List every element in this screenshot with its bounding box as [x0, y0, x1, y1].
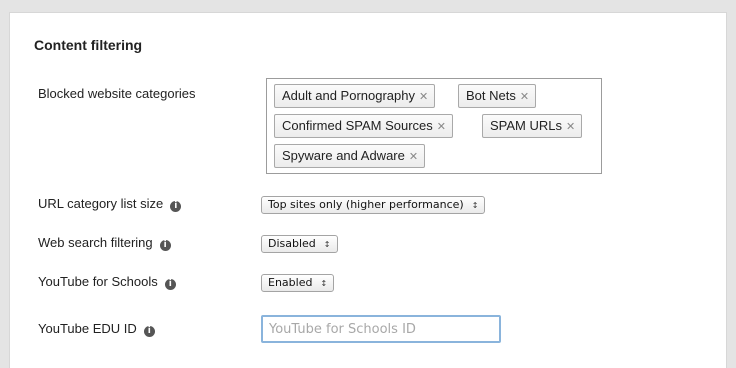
updown-arrow-icon: ↕ — [471, 201, 479, 210]
info-icon[interactable]: i — [164, 279, 176, 290]
tag-spyware-and-adware: Spyware and Adware ✕ — [274, 144, 426, 168]
close-icon[interactable]: ✕ — [409, 150, 418, 163]
updown-arrow-icon: ↕ — [320, 279, 328, 288]
youtube-schools-value: Enabled — [268, 276, 313, 289]
youtube-schools-select[interactable]: Enabled ↕ — [261, 274, 335, 292]
info-icon[interactable]: i — [159, 240, 171, 251]
tag-label: SPAM URLs — [490, 118, 562, 133]
youtube-edu-id-input[interactable] — [261, 315, 501, 343]
url-list-size-label-text: URL category list size — [38, 196, 164, 211]
web-search-label: Web search filtering i — [38, 235, 171, 251]
tag-confirmed-spam-sources: Confirmed SPAM Sources ✕ — [274, 114, 453, 138]
tag-label: Spyware and Adware — [282, 148, 405, 163]
youtube-schools-label: YouTube for Schools i — [38, 274, 176, 290]
web-search-label-text: Web search filtering — [38, 235, 153, 250]
youtube-schools-label-text: YouTube for Schools — [38, 274, 158, 289]
blocked-categories-label-text: Blocked website categories — [38, 86, 196, 101]
tag-adult-and-pornography: Adult and Pornography ✕ — [274, 84, 436, 108]
tag-bot-nets: Bot Nets ✕ — [458, 84, 537, 108]
tag-label: Bot Nets — [466, 88, 516, 103]
tag-label: Confirmed SPAM Sources — [282, 118, 433, 133]
blocked-categories-label: Blocked website categories — [38, 86, 196, 101]
info-icon[interactable]: i — [143, 326, 155, 337]
content-filtering-panel: Content filtering Blocked website catego… — [9, 12, 727, 368]
web-search-select[interactable]: Disabled ↕ — [261, 235, 338, 253]
close-icon[interactable]: ✕ — [437, 120, 446, 133]
web-search-value: Disabled — [268, 237, 316, 250]
close-icon[interactable]: ✕ — [520, 90, 529, 103]
tag-spam-urls: SPAM URLs ✕ — [482, 114, 583, 138]
blocked-categories-input[interactable]: Adult and Pornography ✕ Bot Nets ✕ Confirm… — [266, 78, 602, 174]
close-icon[interactable]: ✕ — [419, 90, 428, 103]
tag-label: Adult and Pornography — [282, 88, 415, 103]
youtube-edu-label: YouTube EDU ID i — [38, 321, 155, 337]
url-list-size-value: Top sites only (higher performance) — [268, 198, 464, 211]
youtube-edu-label-text: YouTube EDU ID — [38, 321, 137, 336]
close-icon[interactable]: ✕ — [566, 120, 575, 133]
url-list-size-label: URL category list size i — [38, 196, 182, 212]
section-title: Content filtering — [34, 37, 143, 53]
updown-arrow-icon: ↕ — [323, 240, 331, 249]
url-list-size-select[interactable]: Top sites only (higher performance) ↕ — [261, 196, 486, 214]
info-icon[interactable]: i — [170, 201, 182, 212]
